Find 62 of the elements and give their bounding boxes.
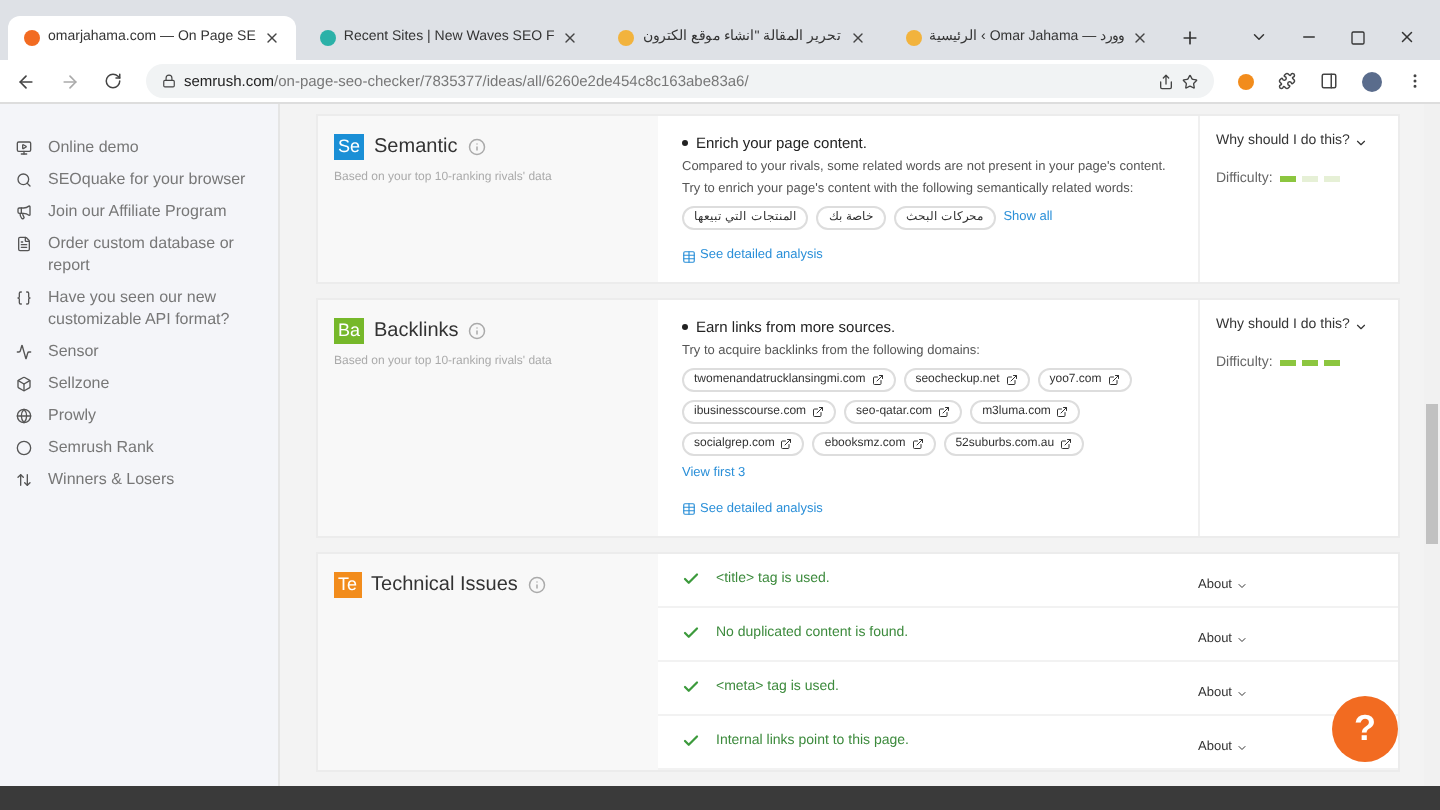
- close-icon[interactable]: [263, 30, 280, 46]
- maximize-icon[interactable]: [1350, 29, 1366, 45]
- external-link-icon: [871, 374, 884, 387]
- sidebar-item[interactable]: Prowly: [48, 404, 97, 426]
- external-link-icon: [812, 406, 825, 419]
- document-icon: [16, 236, 32, 252]
- external-link-icon: [1060, 438, 1073, 451]
- external-link-icon: [1056, 406, 1069, 419]
- check-icon: [682, 732, 700, 751]
- profile-avatar-icon[interactable]: [1362, 71, 1382, 91]
- sidebar-item[interactable]: SEOquake for your browser: [48, 168, 246, 190]
- chevron-icon: [1353, 135, 1368, 150]
- share-icon[interactable]: [1158, 73, 1174, 89]
- new-tab-icon[interactable]: [1180, 28, 1201, 48]
- category-badge: Se: [334, 134, 365, 160]
- reload-icon[interactable]: [104, 72, 122, 90]
- external-link-icon: [1107, 374, 1120, 387]
- presenter-icon: [16, 140, 32, 156]
- external-link-icon: [911, 438, 924, 451]
- globe-icon: [16, 408, 32, 424]
- check-icon: [682, 624, 700, 643]
- box-icon: [16, 376, 32, 392]
- external-link-icon: [1005, 374, 1018, 387]
- tab-search-icon[interactable]: [1250, 28, 1268, 46]
- megaphone-icon: [16, 204, 32, 220]
- braces-icon: [16, 290, 32, 306]
- puzzle-icon[interactable]: [1278, 72, 1296, 90]
- category-badge: Te: [334, 571, 362, 598]
- chevron-icon: [1236, 633, 1248, 646]
- sidebar-item[interactable]: Online demo: [48, 136, 139, 158]
- sidebar-item[interactable]: Join our Affiliate Program: [48, 200, 227, 222]
- close-icon[interactable]: [1132, 30, 1149, 46]
- section-title: Semantic: [374, 134, 458, 162]
- close-icon[interactable]: [849, 30, 866, 46]
- side-panel-icon[interactable]: [1320, 72, 1338, 90]
- lock-icon: [162, 74, 176, 88]
- sidebar-item[interactable]: Order custom database or report: [48, 232, 262, 276]
- section-title: Backlinks: [374, 318, 459, 346]
- check-icon: [682, 678, 700, 697]
- sort-arrows-icon: [16, 472, 32, 488]
- chevron-icon: [1236, 687, 1248, 700]
- external-link-icon: [780, 438, 793, 451]
- section-title: Technical Issues: [371, 571, 518, 600]
- category-badge: Ba: [334, 318, 365, 344]
- table-icon: [682, 502, 696, 517]
- close-icon[interactable]: [1398, 28, 1416, 46]
- ring-icon: [16, 440, 32, 456]
- table-icon: [682, 249, 696, 264]
- sidebar-item[interactable]: Sellzone: [48, 372, 110, 394]
- chevron-icon: [1236, 741, 1248, 754]
- close-icon[interactable]: [562, 30, 579, 46]
- chevron-icon: [1353, 319, 1368, 334]
- sidebar-item[interactable]: Semrush Rank: [48, 436, 154, 458]
- check-icon: [682, 570, 700, 589]
- back-icon[interactable]: [16, 71, 36, 91]
- external-link-icon: [938, 406, 951, 419]
- sidebar-item[interactable]: Winners & Losers: [48, 468, 175, 490]
- chevron-icon: [1236, 579, 1248, 592]
- pulse-icon: [16, 344, 32, 360]
- star-icon[interactable]: [1182, 73, 1198, 89]
- sidebar-item[interactable]: Sensor: [48, 340, 99, 362]
- sidebar-item[interactable]: Have you seen our new customizable API format?: [48, 286, 262, 330]
